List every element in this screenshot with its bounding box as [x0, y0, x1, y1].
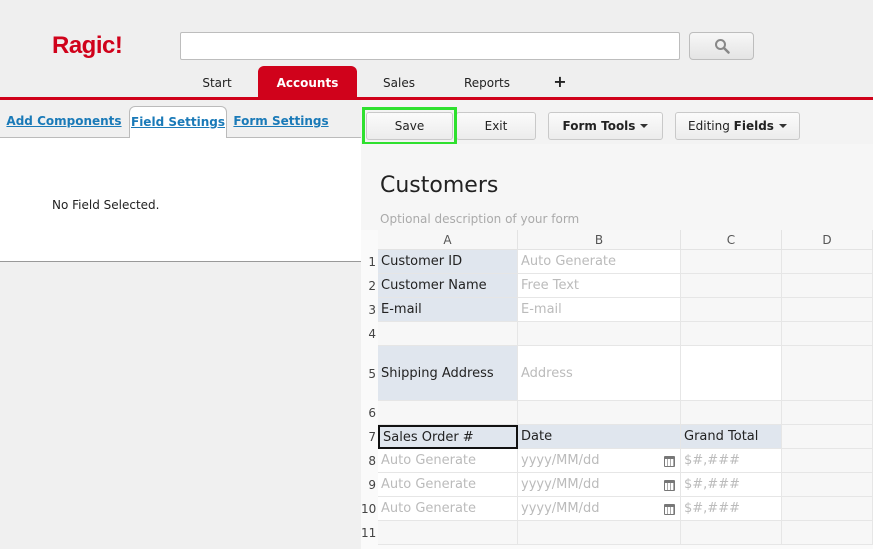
- empty-cell[interactable]: [378, 401, 518, 425]
- search-button[interactable]: [689, 32, 754, 60]
- editing-bold: Fields: [733, 119, 774, 133]
- left-panel: Add Components Field Settings Form Setti…: [0, 100, 361, 262]
- date-format: yyyy/MM/dd: [521, 477, 600, 492]
- empty-cell[interactable]: [782, 346, 873, 401]
- subtable-header-grand-total[interactable]: Grand Total: [681, 425, 782, 449]
- empty-cell[interactable]: [681, 298, 782, 322]
- field-customer-name[interactable]: Free Text: [518, 274, 681, 298]
- empty-cell[interactable]: [782, 250, 873, 274]
- subtable-cell-grand-total[interactable]: $#,###: [681, 449, 782, 473]
- subtable-cell-sales-order[interactable]: Auto Generate: [378, 449, 518, 473]
- empty-cell[interactable]: [782, 497, 873, 521]
- search-icon: [714, 39, 730, 54]
- tab-reports[interactable]: Reports: [450, 66, 524, 98]
- tab-field-settings[interactable]: Field Settings: [129, 106, 227, 138]
- empty-cell[interactable]: [378, 322, 518, 346]
- field-label-shipping-address[interactable]: Shipping Address: [378, 346, 518, 401]
- tab-sales[interactable]: Sales: [365, 66, 433, 98]
- no-field-message: No Field Selected.: [52, 198, 160, 212]
- add-tab-button[interactable]: +: [548, 66, 572, 98]
- column-header-a[interactable]: A: [378, 230, 518, 250]
- empty-cell[interactable]: [782, 298, 873, 322]
- caret-down-icon: [640, 124, 649, 128]
- subtable-cell-sales-order[interactable]: Auto Generate: [378, 497, 518, 521]
- save-button[interactable]: Save: [366, 112, 453, 140]
- calendar-icon[interactable]: [664, 480, 675, 491]
- empty-cell[interactable]: [681, 401, 782, 425]
- empty-cell[interactable]: [782, 274, 873, 298]
- empty-cell[interactable]: [681, 322, 782, 346]
- field-shipping-address[interactable]: Address: [518, 346, 681, 401]
- empty-cell[interactable]: [782, 322, 873, 346]
- app-header: Ragic! Start Accounts Sales Reports +: [0, 0, 873, 100]
- empty-cell[interactable]: [782, 425, 873, 449]
- left-panel-tabs: Add Components Field Settings Form Setti…: [0, 100, 361, 138]
- row-number: 10: [361, 502, 377, 516]
- field-label-email[interactable]: E-mail: [378, 298, 518, 322]
- top-nav: Start Accounts Sales Reports +: [0, 66, 873, 98]
- row-number: 9: [368, 478, 376, 492]
- field-customer-id[interactable]: Auto Generate: [518, 250, 681, 274]
- date-format: yyyy/MM/dd: [521, 453, 600, 468]
- tab-add-components[interactable]: Add Components: [6, 107, 122, 138]
- editing-fields-button[interactable]: Editing Fields: [675, 112, 800, 140]
- empty-cell[interactable]: [782, 521, 873, 545]
- subtable-cell-grand-total[interactable]: $#,###: [681, 497, 782, 521]
- form-title[interactable]: Customers: [380, 173, 498, 198]
- tab-start[interactable]: Start: [180, 66, 254, 98]
- column-header-b[interactable]: B: [518, 230, 681, 250]
- editing-prefix: Editing: [688, 119, 730, 133]
- ragic-logo[interactable]: Ragic!: [52, 32, 123, 60]
- row-number: 3: [368, 303, 376, 317]
- row-number: 5: [368, 367, 376, 381]
- row-number: 8: [368, 454, 376, 468]
- save-label: Save: [394, 119, 425, 133]
- tab-accounts[interactable]: Accounts: [258, 66, 357, 98]
- subtable-cell-sales-order[interactable]: Auto Generate: [378, 473, 518, 497]
- calendar-icon[interactable]: [664, 504, 675, 515]
- subtable-header-sales-order[interactable]: Sales Order #: [378, 425, 518, 449]
- search-input[interactable]: [180, 32, 680, 60]
- row-number: 1: [368, 255, 376, 269]
- field-label-customer-name[interactable]: Customer Name: [378, 274, 518, 298]
- empty-cell[interactable]: [782, 473, 873, 497]
- row-number: 4: [368, 327, 376, 341]
- column-header-c[interactable]: C: [681, 230, 782, 250]
- calendar-icon[interactable]: [664, 456, 675, 467]
- row-number: 6: [368, 406, 376, 420]
- subtable-cell-date[interactable]: yyyy/MM/dd: [518, 497, 681, 521]
- subtable-cell-grand-total[interactable]: $#,###: [681, 473, 782, 497]
- subtable-cell-date[interactable]: yyyy/MM/dd: [518, 449, 681, 473]
- empty-cell[interactable]: [681, 250, 782, 274]
- design-toolbar: Save Exit Form Tools Editing Fields: [361, 100, 873, 144]
- empty-cell[interactable]: [518, 322, 681, 346]
- row-number: 7: [368, 430, 376, 444]
- caret-down-icon: [778, 124, 787, 128]
- subtable-cell-date[interactable]: yyyy/MM/dd: [518, 473, 681, 497]
- empty-cell[interactable]: [378, 521, 518, 545]
- row-number: 2: [368, 279, 376, 293]
- tab-form-settings[interactable]: Form Settings: [233, 107, 329, 138]
- field-email[interactable]: E-mail: [518, 298, 681, 322]
- empty-cell[interactable]: [782, 449, 873, 473]
- empty-cell[interactable]: [518, 521, 681, 545]
- date-format: yyyy/MM/dd: [521, 501, 600, 516]
- form-tools-label: Form Tools: [562, 119, 636, 133]
- row-number: 11: [361, 526, 377, 540]
- empty-cell[interactable]: [782, 401, 873, 425]
- empty-cell[interactable]: [518, 401, 681, 425]
- subtable-header-date[interactable]: Date: [518, 425, 681, 449]
- field-label-customer-id[interactable]: Customer ID: [378, 250, 518, 274]
- exit-button[interactable]: Exit: [456, 112, 536, 140]
- exit-label: Exit: [484, 119, 508, 133]
- empty-cell[interactable]: [681, 274, 782, 298]
- empty-cell[interactable]: [681, 521, 782, 545]
- field-shipping-address-extension[interactable]: [681, 346, 782, 401]
- column-header-d[interactable]: D: [782, 230, 873, 250]
- form-tools-button[interactable]: Form Tools: [548, 112, 663, 140]
- form-description[interactable]: Optional description of your form: [380, 212, 579, 226]
